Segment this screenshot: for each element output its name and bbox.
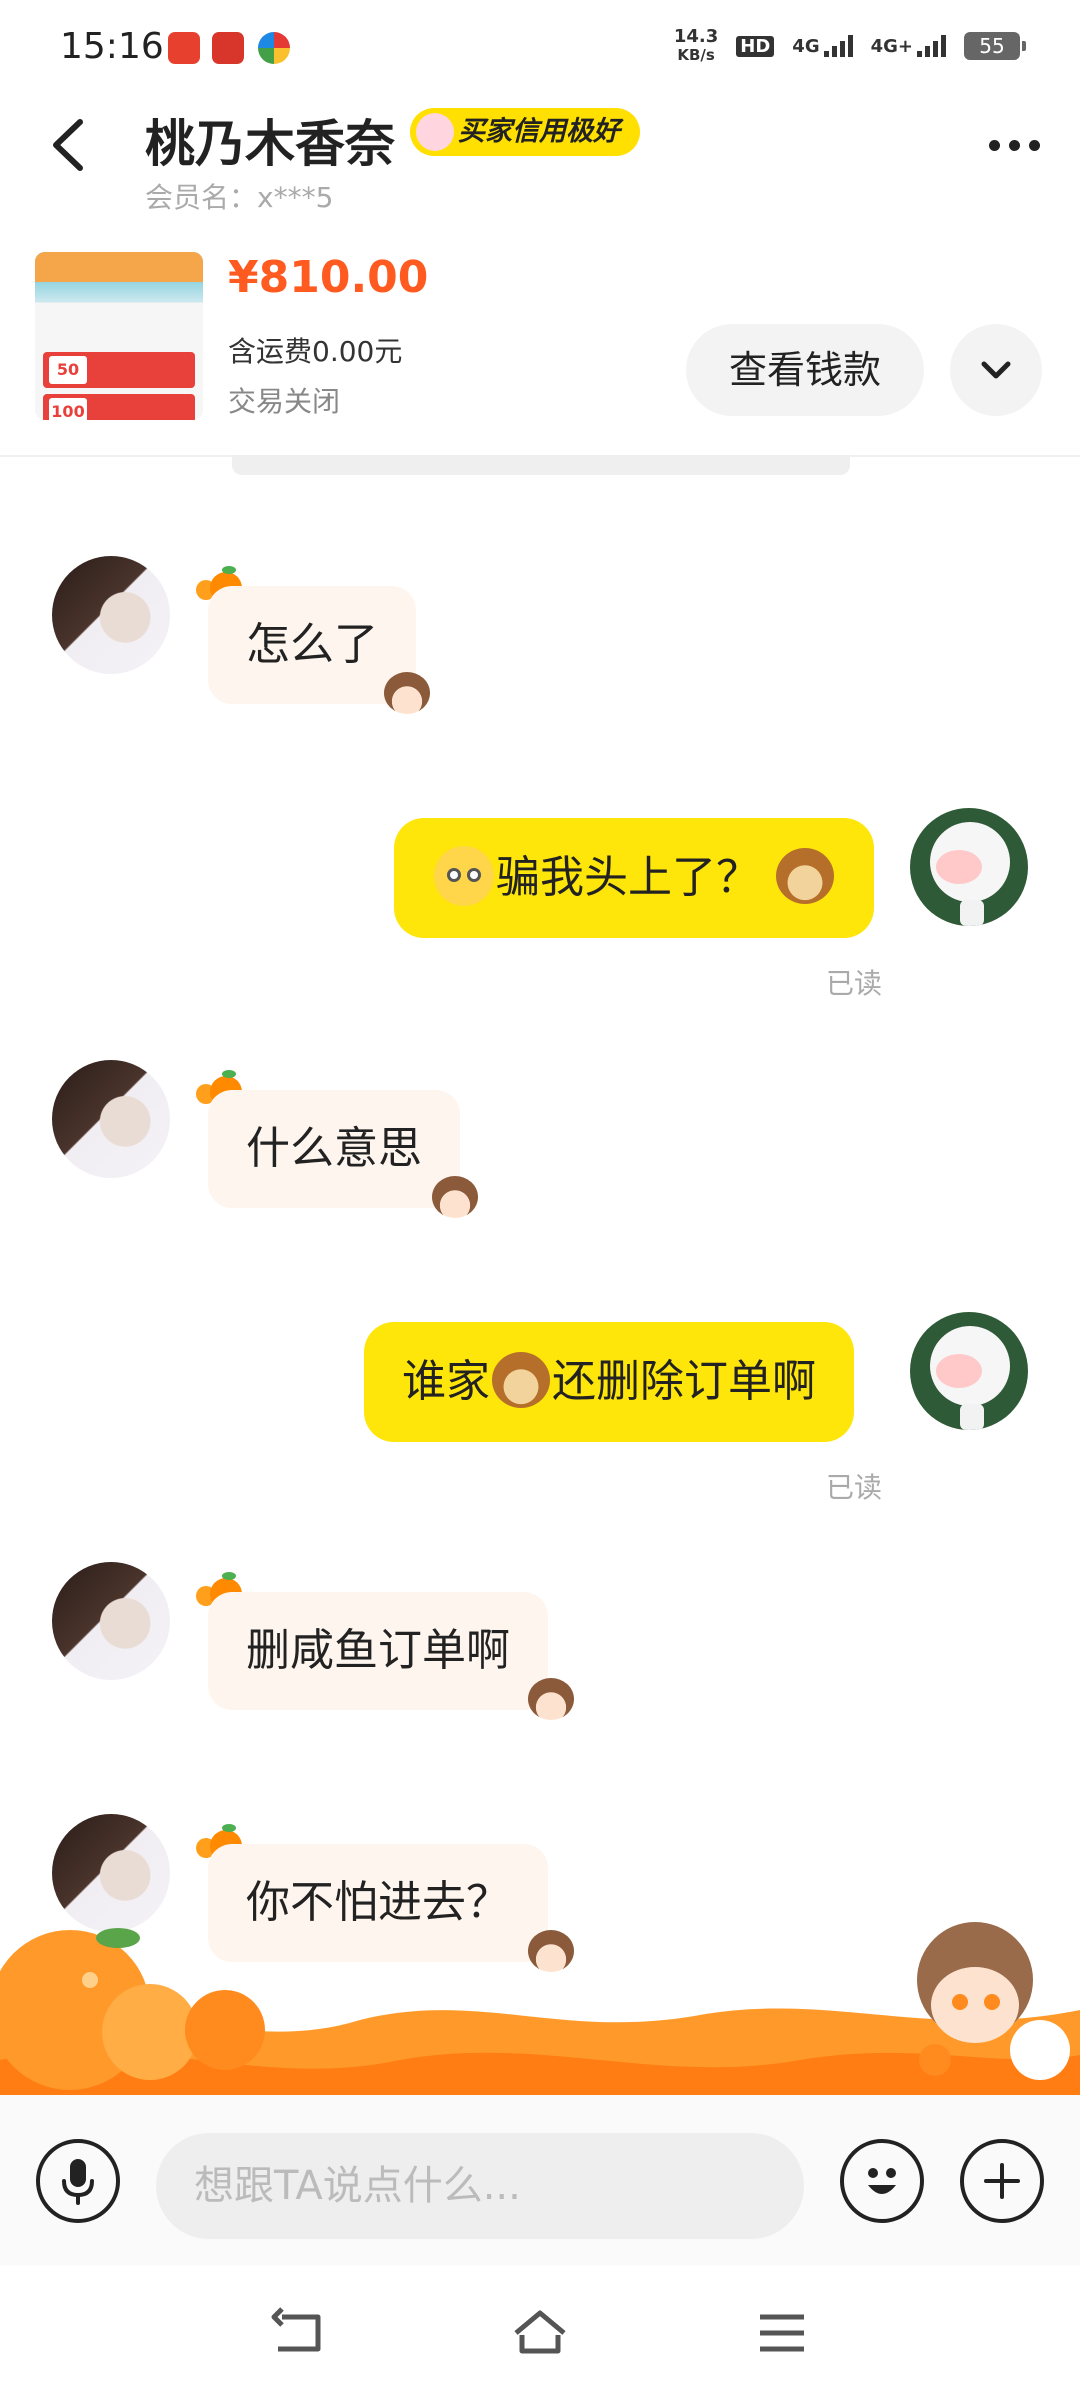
message-input-bar: [0, 2095, 1080, 2265]
product-image-banner: [35, 252, 203, 282]
read-receipt: 已读: [826, 1471, 883, 1504]
battery-icon: 55: [964, 32, 1026, 60]
member-name: 会员名：x***5: [145, 181, 334, 214]
product-image-coupon-value: 50: [49, 356, 87, 384]
outgoing-message-text: 还删除订单啊: [552, 1356, 816, 1407]
signal-icon: [917, 35, 946, 57]
nav-menu-button[interactable]: [752, 2305, 812, 2361]
contact-avatar[interactable]: [52, 1060, 170, 1178]
network-speed-value: 14.3: [673, 26, 719, 47]
view-payment-button[interactable]: 查看钱款: [686, 324, 924, 416]
more-dots-icon: [1029, 140, 1040, 151]
my-avatar[interactable]: [910, 808, 1028, 926]
system-navigation-bar: [0, 2265, 1080, 2400]
notification-app-icon: [212, 32, 244, 64]
more-dots-icon: [1009, 140, 1020, 151]
notification-app-icon: [168, 32, 200, 64]
chevron-down-icon: [981, 361, 1011, 379]
order-card[interactable]: 50 100 ¥810.00 含运费0.00元 交易关闭 查看钱款: [0, 240, 1080, 457]
status-bar: 15:16 14.3 KB/s HD 4G 4G+ 55: [0, 0, 1080, 90]
chibi-boy-icon: [528, 1678, 574, 1720]
orange-wave-decoration: [0, 1922, 1080, 2100]
outgoing-message[interactable]: 骗我头上了？: [394, 818, 874, 938]
monkey-emoji-icon: [492, 1352, 550, 1408]
outgoing-message-text: 骗我头上了？: [496, 852, 760, 903]
voice-button[interactable]: [36, 2139, 120, 2223]
home-icon: [514, 2310, 566, 2354]
system-tip-strip: [232, 455, 850, 475]
contact-avatar[interactable]: [52, 1562, 170, 1680]
trade-status: 交易关闭: [228, 385, 341, 418]
product-image-coupon: 50: [43, 352, 195, 388]
contact-avatar[interactable]: [52, 1814, 170, 1932]
expand-button[interactable]: [950, 324, 1042, 416]
sheep-foot: [960, 1404, 984, 1430]
chibi-boy-icon: [432, 1176, 478, 1218]
status-time: 15:16: [60, 26, 164, 67]
buyer-credit-badge: 买家信用极好: [410, 108, 640, 156]
more-dots-icon: [989, 140, 1000, 151]
message-input[interactable]: [156, 2133, 804, 2239]
plus-icon: [984, 2163, 1020, 2199]
nav-back-button[interactable]: [268, 2305, 328, 2361]
order-price: ¥810.00: [228, 252, 429, 303]
incoming-message[interactable]: 删咸鱼订单啊: [208, 1592, 548, 1710]
signal-icon: [823, 35, 853, 57]
read-receipt: 已读: [826, 967, 883, 1000]
buyer-credit-label: 买家信用极好: [458, 116, 620, 147]
chevron-left-icon: [53, 119, 83, 171]
more-options-button[interactable]: [989, 140, 1040, 151]
sheep-face: [936, 1354, 982, 1388]
sheep-face: [936, 850, 982, 884]
my-avatar[interactable]: [910, 1312, 1028, 1430]
nav-home-button[interactable]: [510, 2305, 570, 2361]
incoming-message[interactable]: 什么意思: [208, 1090, 460, 1208]
notification-app-icon: [258, 32, 290, 64]
product-image-coupon-value: 100: [49, 398, 87, 420]
outgoing-message-text: 谁家: [402, 1356, 490, 1407]
sheep-foot: [960, 900, 984, 926]
network-speed: 14.3 KB/s: [673, 26, 719, 65]
chat-header: 桃乃木香奈 买家信用极好 会员名：x***5: [0, 90, 1080, 220]
outgoing-message[interactable]: 谁家 还删除订单啊: [364, 1322, 854, 1442]
smiley-icon: [868, 2168, 896, 2194]
network-speed-unit: KB/s: [677, 46, 715, 64]
product-image[interactable]: 50 100: [35, 252, 203, 420]
sim2-label: 4G+: [870, 36, 913, 57]
orange-theme-decoration: [0, 1920, 1080, 2100]
product-image-coupon: 100: [43, 394, 195, 420]
contact-avatar[interactable]: [52, 556, 170, 674]
heart-eyes-icon: [416, 113, 454, 151]
sim1-label: 4G: [792, 36, 820, 57]
dazed-face-emoji-icon: [434, 846, 494, 906]
shipping-fee: 含运费0.00元: [228, 335, 403, 368]
microphone-icon: [62, 2159, 94, 2205]
signal-sim1: 4G: [792, 35, 853, 57]
hd-icon: HD: [736, 35, 775, 57]
chibi-boy-icon: [384, 672, 430, 714]
menu-icon: [760, 2314, 804, 2352]
back-arrow-icon: [271, 2307, 321, 2352]
back-button[interactable]: [40, 110, 100, 180]
page-title[interactable]: 桃乃木香奈: [145, 104, 395, 176]
monkey-emoji-icon: [776, 848, 834, 904]
more-actions-button[interactable]: [960, 2139, 1044, 2223]
signal-sim2: 4G+: [871, 35, 946, 57]
emoji-button[interactable]: [840, 2139, 924, 2223]
